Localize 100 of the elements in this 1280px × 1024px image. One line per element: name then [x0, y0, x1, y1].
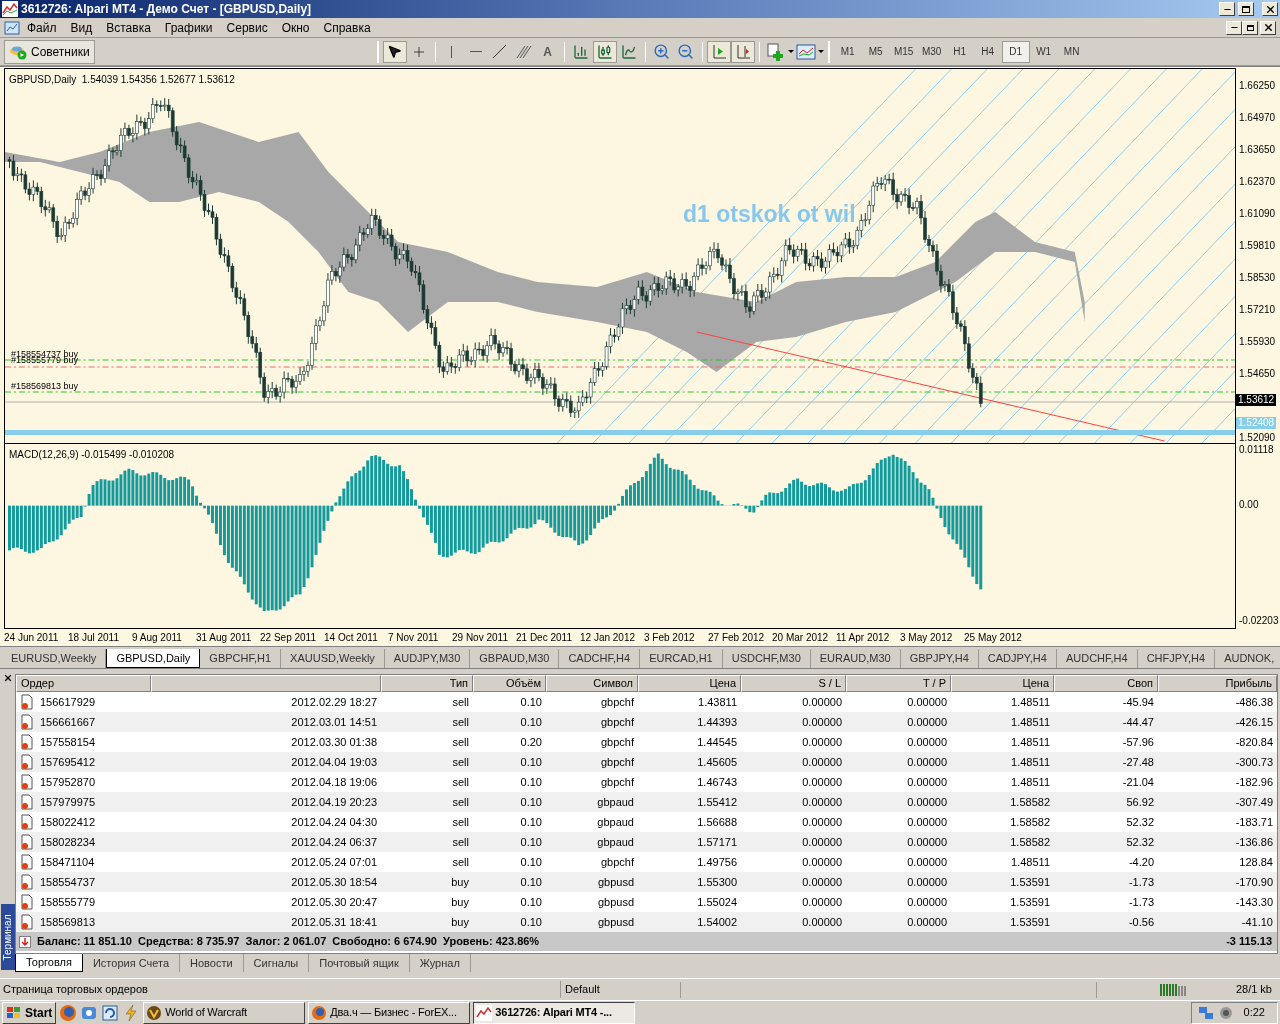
app-icon: [476, 1004, 493, 1021]
order-icon: [20, 914, 34, 930]
minimize-button[interactable]: [1226, 20, 1242, 35]
taskbar-button[interactable]: 3612726: Alpari MT4 -...: [473, 1001, 636, 1024]
current-price-label: 1.53612: [1236, 394, 1277, 406]
menu-item[interactable]: Окно: [274, 18, 317, 37]
menu-item[interactable]: Вставка: [99, 18, 158, 37]
chart-tab[interactable]: XAUUSD,Weekly: [281, 649, 385, 668]
chart-tab[interactable]: GBPCHF,H1: [200, 649, 282, 668]
cursor-icon: [387, 44, 403, 59]
table-cell-text: gbpchf: [600, 854, 634, 870]
date-tick: 29 Nov 2011: [452, 630, 509, 645]
menu-item[interactable]: Сервис: [219, 18, 275, 37]
price-tick: 1.61090: [1239, 208, 1276, 219]
autoscroll-button[interactable]: [706, 40, 731, 63]
chart-shift-button[interactable]: [730, 40, 755, 63]
candlestick-tool[interactable]: [592, 40, 617, 63]
column-header[interactable]: Тип: [381, 675, 473, 692]
timeframe-button[interactable]: W1: [1029, 40, 1058, 63]
terminal-tab[interactable]: Почтовый ящик: [309, 954, 410, 972]
table-cell-text: 0.00000: [802, 914, 842, 930]
restore-button[interactable]: [1242, 20, 1258, 35]
column-header[interactable]: T / P: [846, 675, 951, 692]
chart-tab[interactable]: EURAUD,M30: [810, 649, 901, 668]
price-tick: 1.58530: [1239, 272, 1276, 283]
chart-tab[interactable]: AUDNOK,: [1215, 649, 1280, 668]
table-cell-text: 1.44545: [697, 734, 737, 750]
table-cell-text: 0.10: [520, 834, 542, 850]
minimize-button[interactable]: [1219, 2, 1235, 16]
chart-tab[interactable]: CHFJPY,H4: [1137, 649, 1216, 668]
table-cell-text: sell: [452, 774, 469, 790]
terminal-tab[interactable]: Новости: [180, 954, 244, 972]
table-cell-text: buy: [451, 894, 469, 910]
macd-header: MACD(12,26,9) -0.015499 -0.010208: [9, 448, 175, 462]
table-cell-text: 0.00000: [802, 774, 842, 790]
browser-icon[interactable]: [59, 1003, 78, 1022]
column-header[interactable]: Своп: [1054, 675, 1158, 692]
date-tick: 7 Nov 2011: [388, 630, 440, 645]
table-cell-text: -1.73: [1128, 874, 1154, 890]
terminal-tab[interactable]: Сигналы: [243, 954, 310, 972]
timeframe-button[interactable]: D1: [1001, 40, 1030, 63]
menu-item[interactable]: Справка: [316, 18, 378, 37]
taskbar-button[interactable]: Два.ч — Бизнес - ForEX...: [308, 1001, 471, 1024]
timeframe-button[interactable]: M5: [861, 40, 890, 63]
advisors-button[interactable]: Советники: [4, 39, 95, 64]
table-cell-text: gbpchf: [600, 734, 634, 750]
timeframe-button[interactable]: MN: [1057, 40, 1086, 63]
terminal-tab[interactable]: История Счета: [82, 954, 180, 972]
close-button[interactable]: [1260, 20, 1276, 35]
chart-tab[interactable]: GBPAUD,M30: [470, 649, 560, 668]
column-header[interactable]: Символ: [546, 675, 638, 692]
menu-item[interactable]: Графики: [157, 18, 220, 37]
timeframe-button[interactable]: M1: [833, 40, 862, 63]
timeframe-button[interactable]: H1: [945, 40, 974, 63]
table-cell-text: 157952870: [40, 774, 96, 790]
cursor-tool[interactable]: [382, 40, 407, 63]
table-cell-text: 2012.05.31 18:41: [291, 914, 377, 930]
chart-tab[interactable]: CADJPY,H4: [978, 649, 1057, 668]
table-cell-text: 0.00000: [802, 854, 842, 870]
maximize-button[interactable]: [1238, 2, 1254, 16]
column-header[interactable]: Цена: [951, 675, 1054, 692]
terminal-tab[interactable]: Торговля: [15, 954, 83, 972]
table-cell-text: 1.55300: [697, 874, 737, 890]
chart-tab[interactable]: AUDCHF,H4: [1056, 649, 1138, 668]
table-cell-text: 1.56688: [697, 814, 737, 830]
table-cell-text: 1.54002: [697, 914, 737, 930]
table-cell-text: -1.73: [1128, 894, 1154, 910]
refresh-icon[interactable]: [101, 1003, 120, 1022]
chart-tab[interactable]: AUDJPY,M30: [384, 649, 471, 668]
column-header[interactable]: Прибыль: [1158, 675, 1277, 692]
timeframe-button[interactable]: M30: [917, 40, 946, 63]
column-header[interactable]: Объём: [473, 675, 546, 692]
close-button[interactable]: [1262, 2, 1278, 16]
chart-tab[interactable]: CADCHF,H4: [559, 649, 641, 668]
date-tick: 22 Sep 2011: [260, 630, 317, 645]
chart-tab[interactable]: USDCHF,M30: [722, 649, 811, 668]
chart-tab[interactable]: GBPUSD,Daily: [106, 649, 201, 668]
terminal-tab[interactable]: Журнал: [409, 954, 471, 972]
start-button[interactable]: Start: [2, 1001, 57, 1024]
text-tool[interactable]: A: [535, 40, 560, 63]
close-icon[interactable]: [2, 673, 13, 683]
chart-tab[interactable]: GBPJPY,H4: [900, 649, 979, 668]
column-header[interactable]: Цена: [638, 675, 741, 692]
table-cell-text: sell: [452, 794, 469, 810]
timeframe-button[interactable]: H4: [973, 40, 1002, 63]
order-icon: [20, 754, 34, 770]
menu-item[interactable]: Файл: [20, 18, 64, 37]
timeframe-button[interactable]: M15: [889, 40, 918, 63]
column-header[interactable]: S / L: [741, 675, 846, 692]
column-header[interactable]: Ордер: [16, 675, 151, 692]
table-cell-text: 1.48511: [1011, 754, 1050, 770]
speaker-icon: [1217, 1004, 1234, 1021]
table-cell-text: 156617929: [40, 694, 96, 710]
table-cell-text: 1.46743: [697, 774, 737, 790]
menu-item[interactable]: Вид: [63, 18, 100, 37]
taskbar-button[interactable]: World of Warcraft: [143, 1001, 306, 1024]
table-cell-text: gbpaud: [597, 814, 634, 830]
column-header-blank[interactable]: [151, 675, 381, 692]
chart-tab[interactable]: EURCAD,H1: [640, 649, 723, 668]
diagonal-line-icon: [492, 44, 508, 59]
